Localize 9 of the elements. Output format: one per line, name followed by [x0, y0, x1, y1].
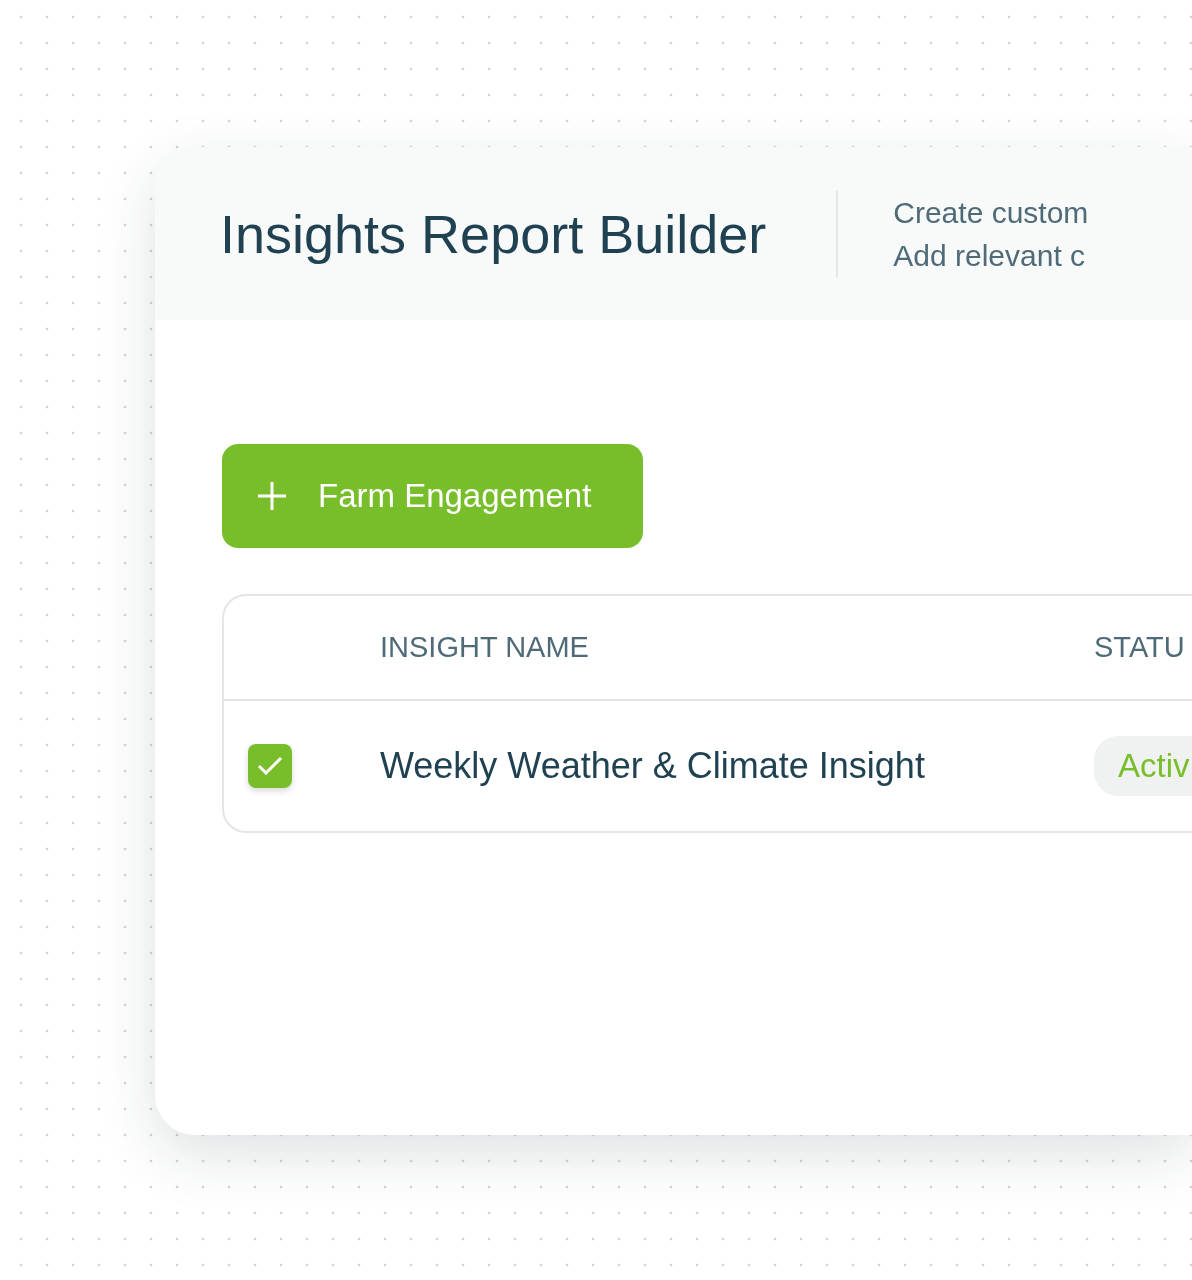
add-button[interactable]: Farm Engagement	[222, 444, 643, 548]
check-icon	[256, 755, 284, 777]
status-badge: Activ	[1094, 736, 1192, 796]
row-checkbox[interactable]	[248, 744, 292, 788]
insight-name: Weekly Weather & Climate Insight	[380, 744, 925, 788]
column-header: STATU	[1094, 629, 1185, 665]
column-header: INSIGHT NAME	[380, 629, 589, 665]
page-description: Create custom Add relevant c	[893, 194, 1089, 274]
plus-icon	[256, 480, 288, 512]
